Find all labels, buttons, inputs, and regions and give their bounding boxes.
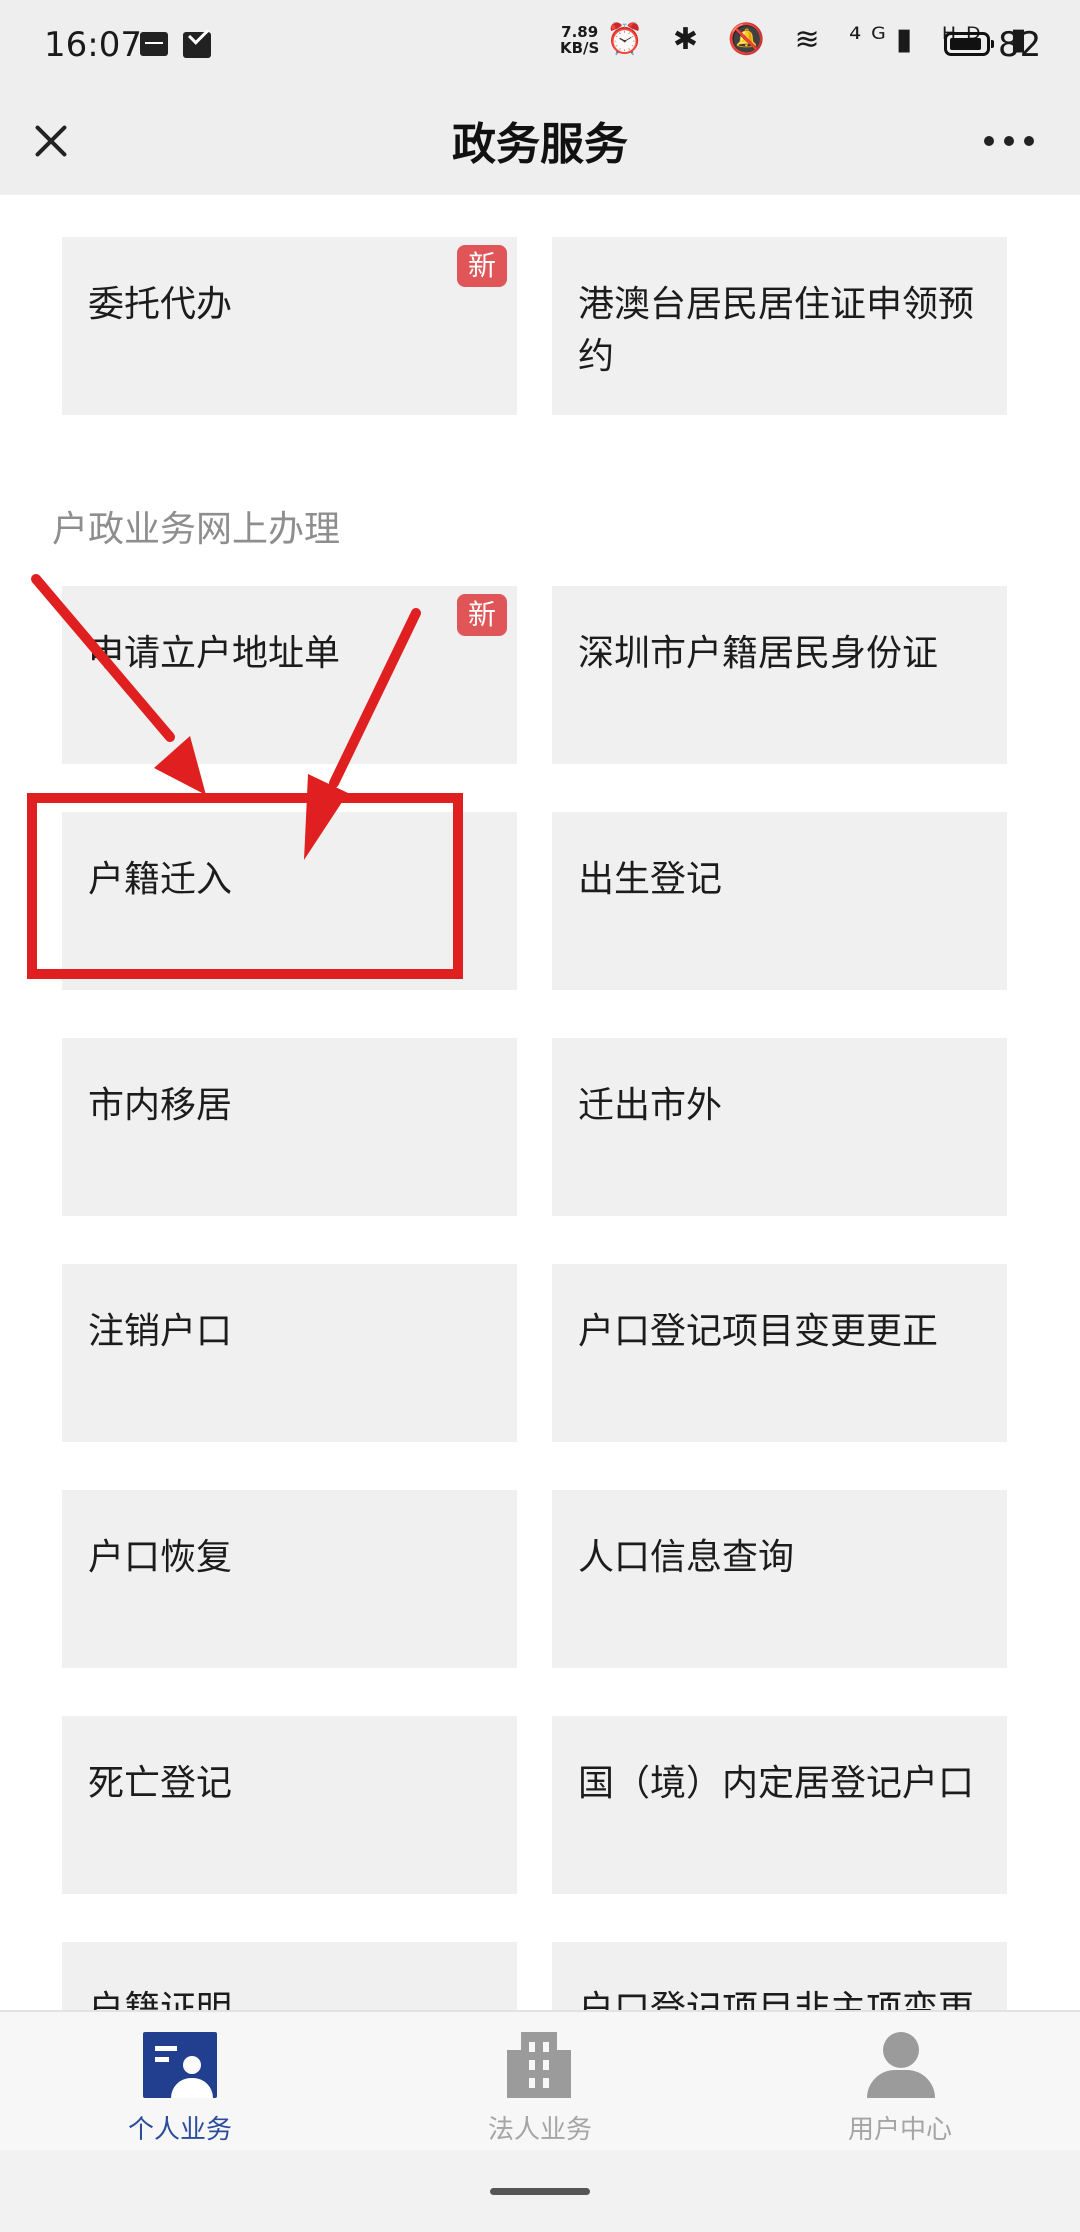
- service-card-label: 深圳市户籍居民身份证: [578, 633, 939, 674]
- service-card-settlement-registration[interactable]: 国（境）内定居登记户口: [552, 1716, 1007, 1894]
- service-card-label: 出生登记: [578, 859, 723, 900]
- home-indicator[interactable]: [490, 2188, 590, 2195]
- tab-legal-entity[interactable]: 法人业务: [360, 2012, 720, 2152]
- user-icon: [863, 2032, 937, 2098]
- service-card-entrust[interactable]: 委托代办 新: [62, 237, 517, 415]
- mail-icon: [183, 32, 211, 58]
- service-card-info-query[interactable]: 人口信息查询: [552, 1490, 1007, 1668]
- service-card-id-card[interactable]: 深圳市户籍居民身份证: [552, 586, 1007, 764]
- service-card-label: 户口恢复: [88, 1537, 233, 1578]
- building-icon: [503, 2032, 577, 2098]
- service-card-household-restore[interactable]: 户口恢复: [62, 1490, 517, 1668]
- service-card-minor-item-change[interactable]: 户口登记项目非主项变更: [552, 1942, 1007, 2010]
- personal-icon: [143, 2032, 217, 2098]
- service-list: 委托代办 新 港澳台居民居住证申领预约 户政业务网上办理 申请立户地址单 新 深…: [0, 195, 1080, 2010]
- more-options-icon[interactable]: [980, 120, 1040, 160]
- service-card-label: 户籍证明: [88, 1989, 233, 2010]
- page-title: 政务服务: [452, 119, 628, 170]
- service-card-label: 委托代办: [88, 284, 233, 325]
- service-card-hmt-residence[interactable]: 港澳台居民居住证申领预约: [552, 237, 1007, 415]
- service-card-label: 迁出市外: [578, 1085, 723, 1126]
- battery-level: 82: [998, 25, 1042, 65]
- service-card-label: 市内移居: [88, 1085, 233, 1126]
- new-badge: 新: [457, 245, 507, 287]
- status-time: 16:07: [44, 25, 142, 65]
- service-card-item-change[interactable]: 户口登记项目变更更正: [552, 1264, 1007, 1442]
- tab-label: 用户中心: [847, 2115, 952, 2145]
- network-speed: 7.89 KB/S: [560, 23, 600, 57]
- new-badge: 新: [457, 594, 507, 636]
- service-card-intra-city-move[interactable]: 市内移居: [62, 1038, 517, 1216]
- service-card-address-slip[interactable]: 申请立户地址单 新: [62, 586, 517, 764]
- service-card-household-move-in[interactable]: 户籍迁入: [62, 812, 517, 990]
- service-card-label: 注销户口: [88, 1311, 233, 1352]
- service-card-label: 死亡登记: [88, 1763, 233, 1804]
- service-card-label: 申请立户地址单: [88, 633, 341, 674]
- bottom-tab-bar: 个人业务 法人业务 用户中心: [0, 2010, 1080, 2150]
- nav-bar: 政务服务: [0, 90, 1080, 195]
- service-card-birth-registration[interactable]: 出生登记: [552, 812, 1007, 990]
- service-card-label: 国（境）内定居登记户口: [578, 1763, 975, 1804]
- service-card-label: 人口信息查询: [578, 1537, 795, 1578]
- service-card-cancel-household[interactable]: 注销户口: [62, 1264, 517, 1442]
- service-card-death-registration[interactable]: 死亡登记: [62, 1716, 517, 1894]
- tab-personal[interactable]: 个人业务: [0, 2012, 360, 2152]
- service-card-label: 户口登记项目非主项变更: [578, 1989, 975, 2010]
- service-card-move-out[interactable]: 迁出市外: [552, 1038, 1007, 1216]
- tab-label: 个人业务: [127, 2115, 232, 2145]
- service-card-label: 户口登记项目变更更正: [578, 1311, 939, 1352]
- service-card-label: 港澳台居民居住证申领预约: [578, 284, 975, 377]
- battery-icon: [944, 32, 994, 56]
- tab-label: 法人业务: [487, 2115, 592, 2145]
- service-card-label: 户籍迁入: [88, 859, 233, 900]
- status-bar: 16:07 7.89 KB/S ⏰ ✱ 🔕 ≋ ⁴ᴳ▮ ᴴᴰ ▮ 82: [0, 0, 1080, 90]
- gesture-bar: [0, 2150, 1080, 2232]
- news-icon: [140, 32, 168, 56]
- service-card-household-certificate[interactable]: 户籍证明: [62, 1942, 517, 2010]
- section-title: 户政业务网上办理: [52, 509, 341, 550]
- tab-user-center[interactable]: 用户中心: [720, 2012, 1080, 2152]
